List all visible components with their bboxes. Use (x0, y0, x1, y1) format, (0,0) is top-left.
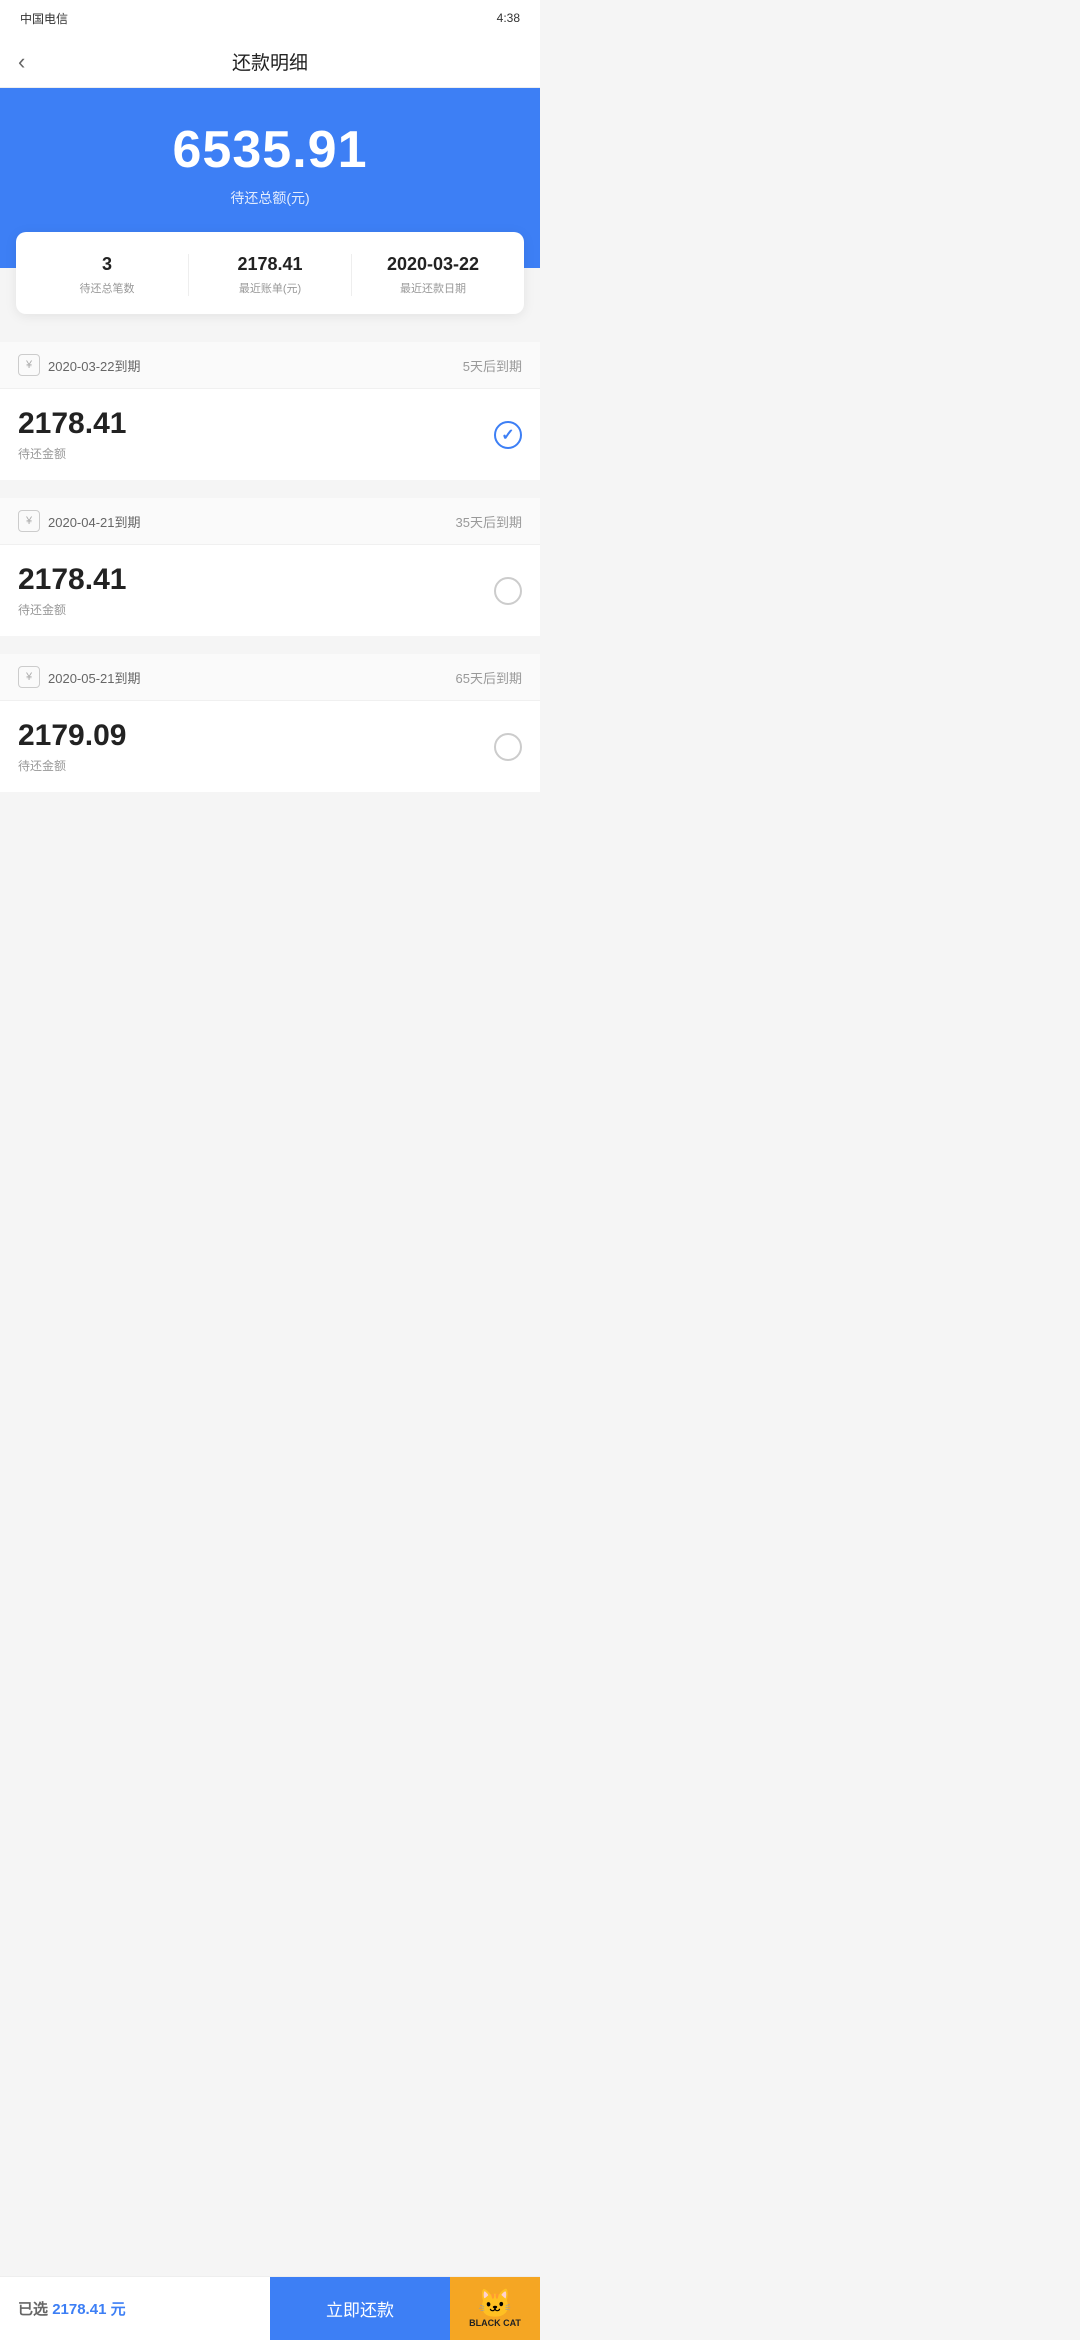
cat-icon: 🐱 (478, 2290, 513, 2318)
pay-button[interactable]: 立即还款 (270, 2277, 450, 2340)
payment-body-1: 2178.41 待还金额 (0, 389, 540, 480)
total-amount-label: 待还总额(元) (20, 188, 520, 208)
payment-item-3[interactable]: ¥ 2020-05-21到期 65天后到期 2179.09 待还金额 (0, 654, 540, 792)
payment-sublabel-3: 待还金额 (18, 757, 126, 774)
payment-header-1: ¥ 2020-03-22到期 5天后到期 (0, 342, 540, 389)
summary-item-count: 3 待还总笔数 (26, 254, 188, 296)
radio-3[interactable] (494, 733, 522, 761)
count-label: 待还总笔数 (26, 280, 188, 296)
due-date-3: 2020-05-21到期 (48, 668, 141, 687)
payment-item-1[interactable]: ¥ 2020-03-22到期 5天后到期 2178.41 待还金额 (0, 342, 540, 480)
payment-sublabel-2: 待还金额 (18, 601, 126, 618)
due-in-1: 5天后到期 (463, 356, 522, 375)
bottom-bar: 已选 2178.41 元 立即还款 🐱 BLACK CAT (0, 2276, 540, 2340)
payment-body-3: 2179.09 待还金额 (0, 701, 540, 792)
payment-header-2: ¥ 2020-04-21到期 35天后到期 (0, 498, 540, 545)
status-bar: 中国电信 4:38 (0, 0, 540, 36)
selected-unit: 元 (111, 2301, 126, 2318)
yuan-icon-2: ¥ (18, 510, 40, 532)
back-button[interactable]: ‹ (18, 49, 25, 75)
total-amount: 6535.91 (20, 120, 520, 180)
selected-label: 已选 (18, 2301, 48, 2318)
due-in-2: 35天后到期 (456, 512, 522, 531)
black-cat-logo: 🐱 BLACK CAT (450, 2277, 540, 2340)
payment-amount-1: 2178.41 (18, 407, 126, 441)
due-date-1: 2020-03-22到期 (48, 356, 141, 375)
payment-list: ¥ 2020-03-22到期 5天后到期 2178.41 待还金额 ¥ 2020… (0, 334, 540, 882)
payment-due-left-2: ¥ 2020-04-21到期 (18, 510, 141, 532)
time-text: 4:38 (497, 11, 520, 25)
payment-due-left-1: ¥ 2020-03-22到期 (18, 354, 141, 376)
payment-header-3: ¥ 2020-05-21到期 65天后到期 (0, 654, 540, 701)
payment-amount-2: 2178.41 (18, 563, 126, 597)
payment-sublabel-1: 待还金额 (18, 445, 126, 462)
black-cat-label: BLACK CAT (469, 2318, 521, 2328)
yuan-icon-1: ¥ (18, 354, 40, 376)
selected-amount: 2178.41 (52, 2301, 106, 2318)
payment-due-left-3: ¥ 2020-05-21到期 (18, 666, 141, 688)
header: ‹ 还款明细 (0, 36, 540, 88)
divider-3 (0, 646, 540, 654)
payment-body-2: 2178.41 待还金额 (0, 545, 540, 636)
divider (0, 334, 540, 342)
payment-amount-left-3: 2179.09 待还金额 (18, 719, 126, 774)
yuan-icon-3: ¥ (18, 666, 40, 688)
payment-amount-left-2: 2178.41 待还金额 (18, 563, 126, 618)
page-title: 还款明细 (232, 48, 308, 75)
payment-item-2[interactable]: ¥ 2020-04-21到期 35天后到期 2178.41 待还金额 (0, 498, 540, 636)
payment-amount-left-1: 2178.41 待还金额 (18, 407, 126, 462)
summary-item-recent: 2178.41 最近账单(元) (188, 254, 351, 296)
carrier-text: 中国电信 (20, 10, 68, 27)
selected-amount-area: 已选 2178.41 元 (0, 2298, 270, 2319)
summary-card: 3 待还总笔数 2178.41 最近账单(元) 2020-03-22 最近还款日… (16, 232, 524, 314)
date-label: 最近还款日期 (352, 280, 514, 296)
divider-2 (0, 490, 540, 498)
radio-2[interactable] (494, 577, 522, 605)
recent-label: 最近账单(元) (189, 280, 351, 296)
due-date-2: 2020-04-21到期 (48, 512, 141, 531)
date-value: 2020-03-22 (352, 254, 514, 275)
payment-amount-3: 2179.09 (18, 719, 126, 753)
radio-1[interactable] (494, 421, 522, 449)
summary-item-date: 2020-03-22 最近还款日期 (351, 254, 514, 296)
recent-value: 2178.41 (189, 254, 351, 275)
due-in-3: 65天后到期 (456, 668, 522, 687)
count-value: 3 (26, 254, 188, 275)
